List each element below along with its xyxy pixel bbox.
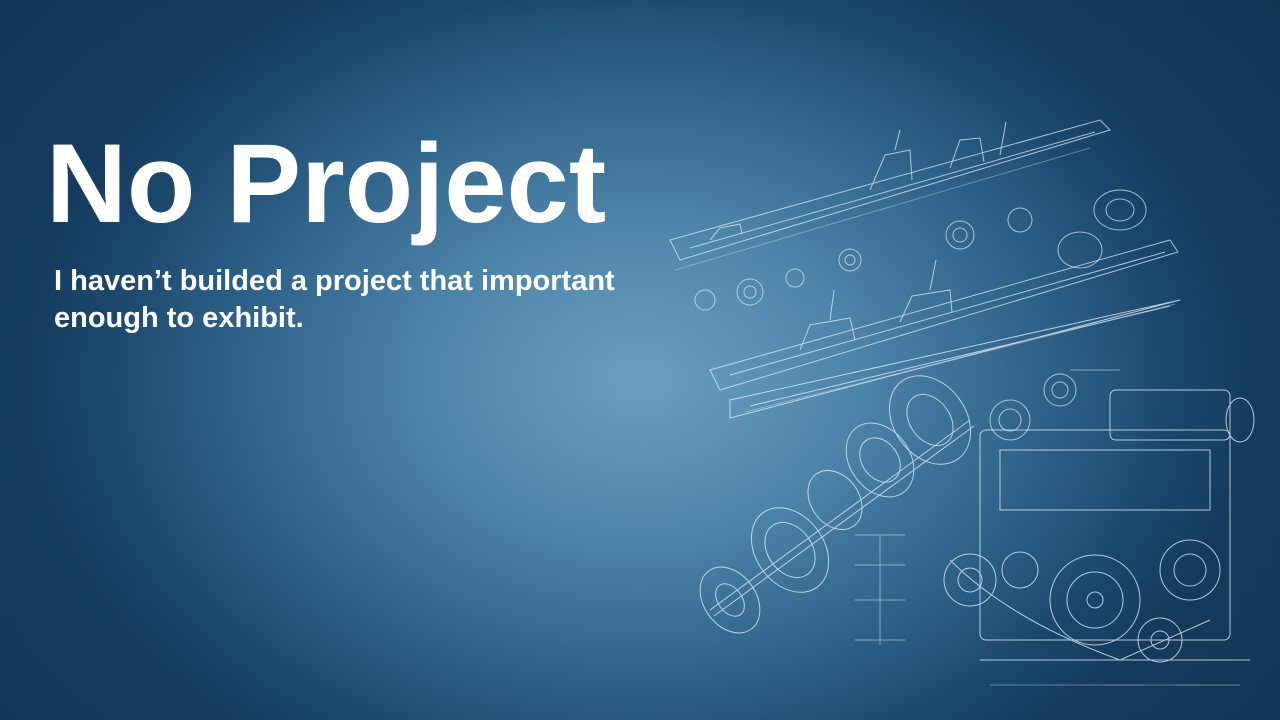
submarine-drawing [730,300,1180,418]
slide-subtitle: I haven’t builded a project that importa… [54,265,615,335]
engine-block-drawing [944,390,1254,685]
ship-middle-drawing [710,240,1178,390]
dimension-lines-drawing [855,370,1120,645]
exploded-shaft-drawing [688,360,988,644]
ship-top-drawing [670,120,1110,270]
slide: No Project I haven’t builded a project t… [0,0,1280,720]
slide-title: No Project [46,121,607,246]
engine-blueprint-illustration [650,100,1280,700]
